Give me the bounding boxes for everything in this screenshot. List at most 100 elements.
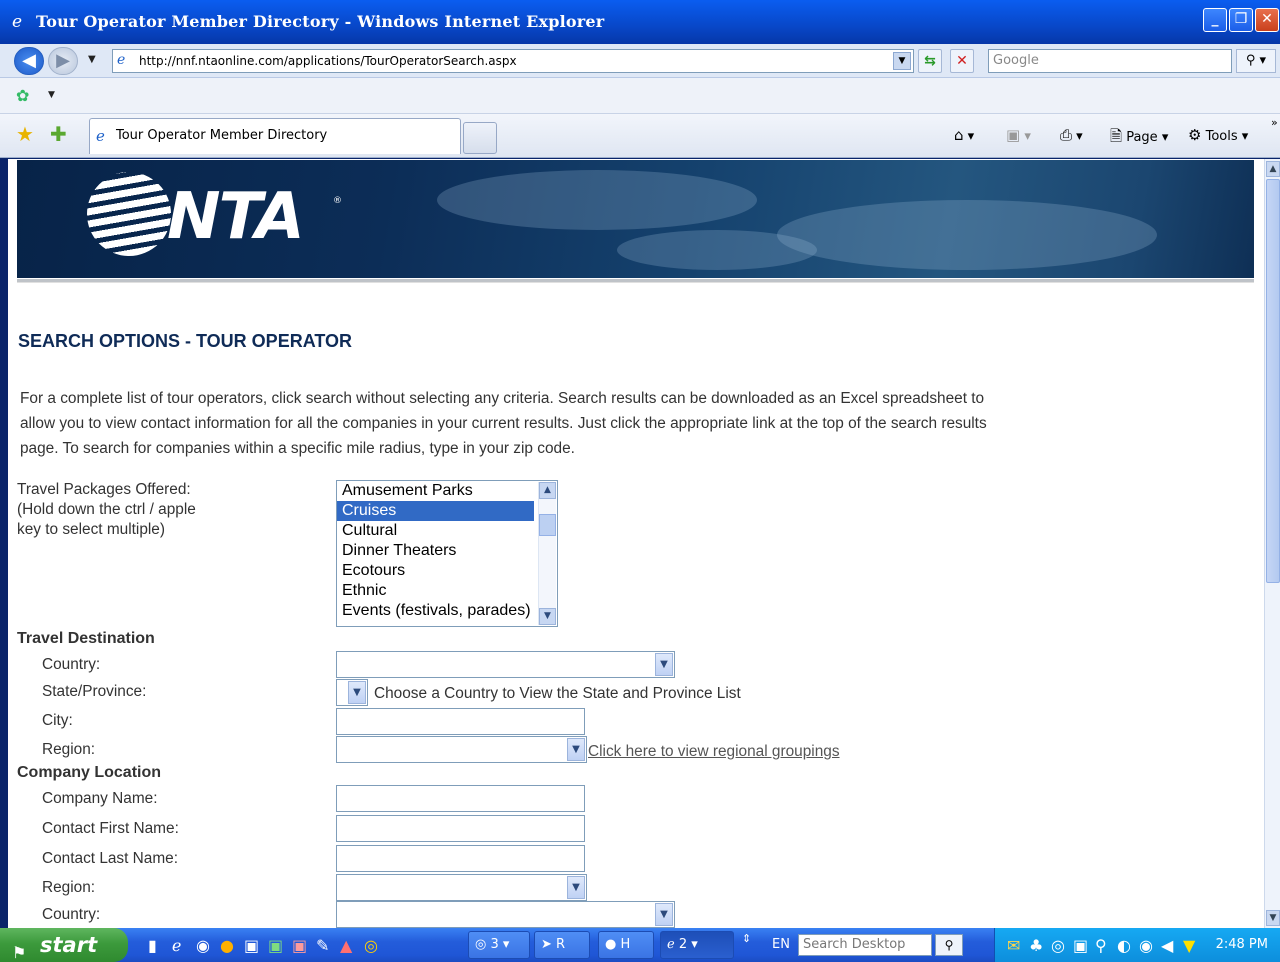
- quicklaunch-pdf-icon[interactable]: ▲: [340, 936, 352, 955]
- regional-groupings-link[interactable]: Click here to view regional groupings: [588, 743, 840, 761]
- list-item[interactable]: Amusement Parks: [337, 481, 534, 501]
- state-province-select[interactable]: ▼: [336, 679, 368, 706]
- quicklaunch-icon[interactable]: ●: [220, 936, 234, 955]
- url-text: http://nnf.ntaonline.com/applications/To…: [139, 54, 517, 68]
- chevron-down-icon: ▼: [655, 653, 673, 676]
- chevron-down-icon: ▼: [567, 738, 585, 761]
- tab-tour-operator[interactable]: e Tour Operator Member Directory: [89, 118, 461, 154]
- quicklaunch-icon[interactable]: ✎: [316, 936, 329, 955]
- forward-button[interactable]: ▶: [48, 47, 78, 75]
- taskbar-group-button[interactable]: ◎ 3 ▾: [468, 931, 530, 959]
- shield-icon[interactable]: ▼: [1183, 936, 1195, 955]
- destination-region-select[interactable]: ▼: [336, 736, 587, 763]
- scroll-down-icon[interactable]: ▼: [1266, 910, 1280, 926]
- history-dropdown-icon[interactable]: ▼: [88, 54, 96, 65]
- language-indicator[interactable]: EN: [772, 937, 790, 952]
- banner-cloud: [437, 170, 757, 230]
- tray-icon[interactable]: ♣: [1029, 936, 1043, 955]
- scroll-thumb[interactable]: [539, 514, 556, 536]
- taskbar-group-count: 3: [490, 937, 499, 952]
- more-commands-icon[interactable]: »: [1271, 116, 1278, 129]
- url-input[interactable]: e http://nnf.ntaonline.com/applications/…: [112, 49, 914, 73]
- banner-cloud: [617, 230, 817, 270]
- print-icon[interactable]: ⎙ ▾: [1060, 126, 1083, 144]
- favorites-star-icon[interactable]: ★: [16, 122, 34, 146]
- stop-icon[interactable]: ✕: [950, 49, 974, 73]
- contact-last-name-input[interactable]: [336, 845, 585, 872]
- close-button[interactable]: ✕: [1255, 8, 1279, 32]
- taskbar-scroll-icon[interactable]: ⇕: [742, 932, 751, 945]
- new-tab-button[interactable]: [463, 122, 497, 154]
- contact-first-name-input[interactable]: [336, 815, 585, 842]
- travel-packages-listbox[interactable]: Amusement Parks Cruises Cultural Dinner …: [336, 480, 558, 627]
- travel-destination-heading: Travel Destination: [17, 630, 155, 647]
- listbox-scrollbar[interactable]: ▲ ▼: [538, 482, 556, 625]
- list-item[interactable]: Ethnic: [337, 581, 534, 601]
- start-button[interactable]: ⚑ start: [0, 928, 128, 962]
- destination-country-select[interactable]: ▼: [336, 651, 675, 678]
- quicklaunch-icon[interactable]: ◎: [364, 936, 378, 955]
- search-icon[interactable]: ⚲ ▾: [1236, 49, 1276, 73]
- list-item[interactable]: Dinner Theaters: [337, 541, 534, 561]
- back-button[interactable]: ◀: [14, 47, 44, 75]
- quicklaunch-excel-icon[interactable]: ▣: [268, 936, 283, 955]
- city-input[interactable]: [336, 708, 585, 735]
- home-icon[interactable]: ⌂ ▾: [954, 126, 974, 144]
- quicklaunch-icon[interactable]: ◉: [196, 936, 210, 955]
- restore-button[interactable]: ❐: [1229, 8, 1253, 32]
- taskbar-group-label: H: [620, 937, 631, 952]
- tray-icon[interactable]: ◀: [1161, 936, 1173, 955]
- nta-logo: NTA: [167, 180, 305, 254]
- addon-icon[interactable]: ✿: [16, 86, 29, 105]
- address-bar: ◀ ▶ ▼ e http://nnf.ntaonline.com/applica…: [0, 44, 1280, 78]
- page-menu[interactable]: 🗎 Page ▾: [1110, 126, 1168, 151]
- company-country-select[interactable]: ▼: [336, 901, 675, 928]
- minimize-button[interactable]: _: [1203, 8, 1227, 32]
- taskbar-group-button[interactable]: ➤ R: [534, 931, 590, 959]
- mail-icon[interactable]: ✉: [1007, 936, 1020, 955]
- feeds-icon[interactable]: ▣ ▾: [1006, 126, 1031, 144]
- quicklaunch-icon[interactable]: ▣: [292, 936, 307, 955]
- taskbar-ie-group-button[interactable]: ℯ 2 ▾: [660, 931, 734, 959]
- window-title: Tour Operator Member Directory - Windows…: [36, 12, 605, 31]
- page-menu-icon: 🗎: [1110, 127, 1123, 145]
- search-tray-icon[interactable]: ⚲: [1095, 936, 1107, 955]
- company-name-input[interactable]: [336, 785, 585, 812]
- scroll-down-icon[interactable]: ▼: [539, 608, 556, 625]
- packages-label: Travel Packages Offered:: [17, 481, 191, 498]
- tools-menu[interactable]: ⚙ Tools ▾: [1188, 126, 1248, 144]
- quicklaunch-ie-icon[interactable]: ℯ: [172, 936, 181, 955]
- search-input[interactable]: Google: [988, 49, 1232, 73]
- refresh-icon[interactable]: ⇆: [918, 49, 942, 73]
- quicklaunch-icon[interactable]: ▮: [148, 936, 157, 955]
- scroll-thumb[interactable]: [1266, 179, 1280, 583]
- quicklaunch-word-icon[interactable]: ▣: [244, 936, 259, 955]
- title-bar: e Tour Operator Member Directory - Windo…: [0, 0, 1280, 44]
- scroll-up-icon[interactable]: ▲: [1266, 161, 1280, 177]
- page-scrollbar[interactable]: ▲ ▼: [1264, 159, 1280, 928]
- list-item-selected[interactable]: Cruises: [337, 501, 534, 521]
- url-dropdown-icon[interactable]: ▼: [893, 52, 911, 70]
- registered-mark-icon: ®: [333, 196, 342, 206]
- taskbar-group-button[interactable]: ● H: [598, 931, 654, 959]
- add-favorite-icon[interactable]: ✚: [50, 122, 67, 146]
- company-region-select[interactable]: ▼: [336, 874, 587, 901]
- desktop-search-input[interactable]: Search Desktop: [798, 934, 932, 956]
- contact-last-name-label: Contact Last Name:: [42, 850, 179, 867]
- tray-icon[interactable]: ◎: [1051, 936, 1065, 955]
- volume-icon[interactable]: ◐: [1117, 936, 1131, 955]
- clock: 2:48 PM: [1215, 937, 1268, 952]
- page-viewport: NTA ® SEARCH OPTIONS - TOUR OPERATOR For…: [8, 159, 1264, 928]
- addon-dropdown-icon[interactable]: ▼: [48, 90, 55, 100]
- tray-icon[interactable]: ◉: [1139, 936, 1153, 955]
- network-icon[interactable]: ▣: [1073, 936, 1088, 955]
- desktop-search-icon[interactable]: ⚲: [935, 934, 963, 956]
- list-item[interactable]: Events (festivals, parades): [337, 601, 534, 621]
- page-icon: e: [117, 52, 126, 68]
- packages-hint: (Hold down the ctrl / apple: [17, 501, 196, 518]
- list-item[interactable]: Ecotours: [337, 561, 534, 581]
- list-item[interactable]: Cultural: [337, 521, 534, 541]
- links-bar: ✿ ▼: [0, 78, 1280, 114]
- intro-text: For a complete list of tour operators, c…: [20, 390, 987, 457]
- scroll-up-icon[interactable]: ▲: [539, 482, 556, 499]
